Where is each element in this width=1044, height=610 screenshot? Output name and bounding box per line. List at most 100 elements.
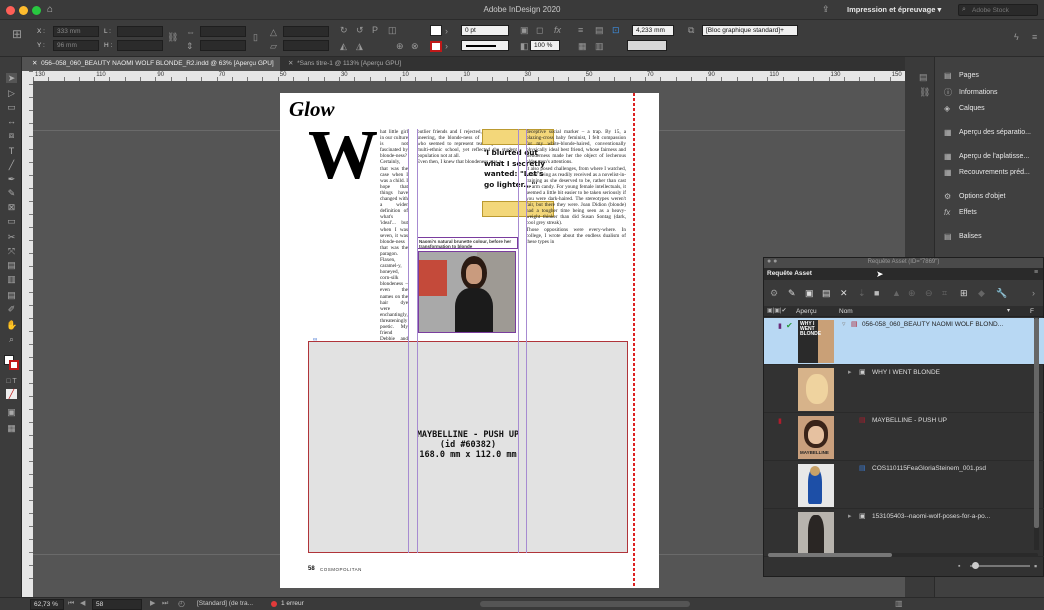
slider-handle[interactable] [972,562,979,569]
rectangle-tool-icon[interactable]: ▭ [6,216,17,226]
stroke-swatch[interactable] [430,41,442,52]
stop-icon[interactable]: ■ [874,288,879,298]
direct-selection-tool-icon[interactable]: ▷ [6,88,17,98]
select-container-icon[interactable]: P [372,25,378,35]
image-placeholder-frame[interactable]: MAYBELLINE - PUSH UP (id #60382) 168.0 m… [308,337,628,553]
layout-icon[interactable]: ⊞ [960,288,968,298]
align-center-icon[interactable]: ▤ [595,25,604,35]
tab-untitled[interactable]: ✕ *Sans titre-1 @ 113% [Aperçu GPU] [282,57,442,71]
fx-icon[interactable]: fx [554,25,561,35]
hand-tool-icon[interactable]: ✋ [6,320,17,330]
asset-row[interactable]: ▮ ✔ WHY I WENT BLONDE ▿ ▤ 056-058_060_BE… [764,318,1044,365]
scrollbar-thumb[interactable] [1034,318,1039,528]
flip-h-icon[interactable]: ◭ [340,41,347,51]
free-transform-tool-icon[interactable]: ⤧ [6,246,17,256]
panel-options-icon[interactable]: ≡ [1034,269,1038,276]
dock-link-icon[interactable]: ⛓ [919,87,930,97]
close-tab-icon[interactable]: ✕ [32,60,37,67]
scale-x-field[interactable] [200,26,246,37]
save-icon[interactable]: ▤ [822,288,831,298]
gradient-feather-tool-icon[interactable]: ▥ [6,274,17,284]
stroke-color-icon[interactable] [9,360,19,370]
gradient-tool-icon[interactable]: ▤ [6,260,17,270]
error-count[interactable]: 1 erreur [281,600,304,607]
large-thumb-icon[interactable]: ▪ [1034,561,1037,571]
portrait-photo[interactable] [418,251,516,333]
asset-row[interactable]: ▤ COS110115FeaGloriaSteinem_001.psd [764,462,1044,509]
stroke-color-select[interactable] [627,40,667,51]
small-thumb-icon[interactable]: ▪ [958,563,960,570]
corner-icon[interactable]: ◻ [536,25,543,35]
link-icon[interactable]: ⛓ [167,32,178,42]
asset-row[interactable]: ▸ ▣ WHY I WENT BLONDE [764,366,1044,413]
panel-trap-presets[interactable]: Recouvrements préd... [959,168,1030,177]
screen-mode-icon[interactable]: ▦ [6,423,17,433]
panel-flattener[interactable]: Aperçu de l'aplatisse... [959,152,1029,161]
content-collector-icon[interactable]: ⧈ [6,130,17,140]
lightning-icon[interactable]: ϟ [1014,32,1019,42]
shear-field[interactable] [283,40,329,51]
scrollbar-thumb[interactable] [768,553,892,557]
photo-caption[interactable]: Naomi's natural brunette colour, before … [417,237,518,249]
panel-informations[interactable]: Informations [959,88,998,97]
col-name[interactable]: Nom [839,308,853,315]
next-page-icon[interactable]: ▶ [150,599,155,609]
frame-fit-icon[interactable]: ▣ [520,25,529,35]
horizontal-scrollbar[interactable] [768,553,1038,557]
stock-search[interactable]: ⌕ Adobe Stock [958,4,1038,16]
preflight-profile[interactable]: [Standard] (de tra... [197,600,253,607]
panel-separations[interactable]: Aperçu des séparatio... [959,128,1031,137]
previous-page-icon[interactable]: ◀ [80,599,85,609]
note-tool-icon[interactable]: ▤ [6,290,17,300]
panel-titlebar[interactable]: ● ● Requête Asset (ID="7869") [764,258,1043,268]
scissors-tool-icon[interactable]: ✂ [6,232,17,242]
constrain-icon[interactable]: ▯ [253,32,258,42]
panel-pages[interactable]: Pages [959,71,979,80]
auto-fit-icon[interactable]: ⊡ [612,25,620,35]
wrench-icon[interactable]: 🔧 [996,288,1007,298]
edit-icon[interactable]: ✎ [788,288,796,298]
opacity-field[interactable]: 100 % [530,40,560,51]
object-style-select[interactable]: [Bloc graphique standard]+ [702,25,798,36]
thumbnail-size-slider[interactable] [970,562,1030,569]
dimension-field[interactable]: 4,233 mm [632,25,674,36]
tab-asset-query[interactable]: Requête Asset [767,270,812,277]
col-preview[interactable]: Aperçu [796,308,817,315]
dock-tool-icon[interactable]: ▤ [919,72,928,82]
apply-none-icon[interactable]: ╱ [6,389,17,399]
panel-tags[interactable]: Balises [959,232,982,241]
expand-icon[interactable]: ▸ [848,368,852,376]
wrap-shape-icon[interactable]: ▥ [595,41,604,51]
asset-row[interactable]: ▮ MAYBELLINE ▤ MAYBELLINE - PUSH UP [764,414,1044,461]
rotate-cw-icon[interactable]: ↻ [340,25,348,35]
search-input[interactable]: Adobe Stock [972,7,1009,14]
rotate-ccw-icon[interactable]: ↺ [356,25,364,35]
tab-active-document[interactable]: ✕ 056–058_060_BEAUTY NAOMI WOLF BLONDE_R… [26,57,280,71]
link-badge-icon[interactable]: ∞ [313,337,317,343]
pen-tool-icon[interactable]: ✒ [6,174,17,184]
panel-menu-icon[interactable]: ≡ [1032,32,1037,42]
workspace-switcher[interactable]: Impression et épreuvage ▾ [847,5,941,14]
next-object-icon[interactable]: ⊗ [411,41,419,51]
line-tool-icon[interactable]: ╱ [6,160,17,170]
previous-object-icon[interactable]: ⊕ [396,41,404,51]
stroke-weight-field[interactable]: 0 pt [461,25,509,36]
preflight-profile-icon[interactable]: ◴ [178,599,185,609]
more-icon[interactable]: › [1032,288,1035,298]
selection-tool-icon[interactable]: ➤ [6,73,17,83]
first-page-icon[interactable]: ⏮ [68,599,74,609]
zoom-tool-icon[interactable]: ⌕ [6,334,17,344]
pencil-tool-icon[interactable]: ✎ [6,188,17,198]
scale-y-field[interactable] [200,40,246,51]
y-field[interactable]: 96 mm [53,40,99,51]
panel-object-options[interactable]: Options d'objet [959,192,1005,201]
stroke-type-select[interactable] [461,40,509,51]
stroke-dropdown-icon[interactable]: › [445,41,448,51]
expand-icon[interactable]: ▿ [842,320,846,328]
sort-icon[interactable]: ▾ [1007,307,1010,314]
view-icon[interactable]: ▥ [895,599,903,609]
col-f[interactable]: F [1030,308,1034,315]
delete-icon[interactable]: ✕ [840,288,848,298]
asset-row[interactable]: ▸ ▣ 153105403--naomi-wolf-poses-for-a-po… [764,510,1044,557]
vertical-scrollbar[interactable] [1034,318,1039,550]
